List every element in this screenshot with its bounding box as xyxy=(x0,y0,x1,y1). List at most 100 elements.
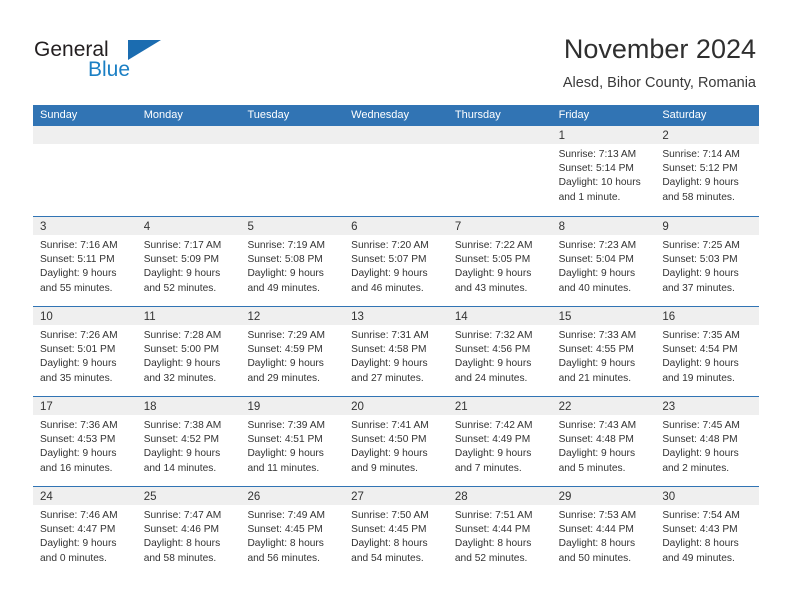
day-detail-line: Sunrise: 7:28 AM xyxy=(143,330,222,341)
day-cell-8[interactable]: 8 Sunrise: 7:23 AM Sunset: 5:04 PM Daylight… xyxy=(551,217,656,306)
day-details: Sunrise: 7:25 AM Sunset: 5:03 PM Daylight:… xyxy=(655,235,759,296)
calendar-week-row: 24 Sunrise: 7:46 AM Sunset: 4:47 PM Dayligh… xyxy=(33,486,760,576)
day-detail-line: Sunset: 4:56 PM xyxy=(454,344,531,356)
day-detail-line: Sunrise: 7:42 AM xyxy=(454,420,533,431)
day-details: Sunrise: 7:19 AM Sunset: 5:08 PM Daylight:… xyxy=(240,235,344,296)
day-detail-line: Sunrise: 7:14 AM xyxy=(662,149,740,160)
day-cell-15[interactable]: 15 Sunrise: 7:33 AM Sunset: 4:55 PM Dayligh… xyxy=(551,307,656,396)
day-cell-10[interactable]: 10 Sunrise: 7:26 AM Sunset: 5:01 PM Dayligh… xyxy=(33,307,137,396)
day-details: Sunrise: 7:14 AM Sunset: 5:12 PM Daylight:… xyxy=(655,144,759,205)
day-number: 30 xyxy=(662,491,676,503)
day-cell-16[interactable]: 16 Sunrise: 7:35 AM Sunset: 4:54 PM Dayligh… xyxy=(655,307,760,396)
day-detail-line: Daylight: 9 hours xyxy=(351,448,428,460)
day-cell-6[interactable]: 6 Sunrise: 7:20 AM Sunset: 5:07 PM Daylight… xyxy=(344,217,448,306)
day-details xyxy=(344,144,448,148)
day-cell-30[interactable]: 30 Sunrise: 7:54 AM Sunset: 4:43 PM Dayligh… xyxy=(655,487,760,576)
day-details: Sunrise: 7:32 AM Sunset: 4:56 PM Daylight:… xyxy=(448,325,552,386)
day-details xyxy=(240,144,344,148)
day-detail-line: Sunset: 4:54 PM xyxy=(662,344,738,356)
day-detail-line: and 16 minutes. xyxy=(40,462,113,474)
day-detail-line: Daylight: 10 hours xyxy=(558,177,641,189)
day-cell-20[interactable]: 20 Sunrise: 7:41 AM Sunset: 4:50 PM Dayligh… xyxy=(344,397,448,486)
day-number: 23 xyxy=(662,401,676,413)
day-cell-12[interactable]: 12 Sunrise: 7:29 AM Sunset: 4:59 PM Dayligh… xyxy=(240,307,345,396)
day-cell-17[interactable]: 17 Sunrise: 7:36 AM Sunset: 4:53 PM Dayligh… xyxy=(33,397,137,486)
day-cell-24[interactable]: 24 Sunrise: 7:46 AM Sunset: 4:47 PM Dayligh… xyxy=(33,487,137,576)
day-detail-line: Daylight: 8 hours xyxy=(143,538,221,550)
calendar-grid: Sunday Monday Tuesday Wednesday Thursday Frid… xyxy=(33,105,760,576)
logo-triangle-icon xyxy=(128,40,161,60)
day-number-band: 19 xyxy=(240,397,345,415)
day-detail-line: Daylight: 9 hours xyxy=(351,268,428,280)
day-cell-21[interactable]: 21 Sunrise: 7:42 AM Sunset: 4:49 PM Dayligh… xyxy=(447,397,552,486)
day-cell-11[interactable]: 11 Sunrise: 7:28 AM Sunset: 5:00 PM Dayligh… xyxy=(136,307,241,396)
weekday-header-saturday: Saturday xyxy=(662,109,707,121)
day-cell-26[interactable]: 26 Sunrise: 7:49 AM Sunset: 4:45 PM Dayligh… xyxy=(240,487,345,576)
day-detail-line: and 0 minutes. xyxy=(40,552,107,564)
day-cell-23[interactable]: 23 Sunrise: 7:45 AM Sunset: 4:48 PM Dayligh… xyxy=(655,397,760,486)
day-detail-line: Sunset: 5:09 PM xyxy=(143,254,220,266)
day-cell-18[interactable]: 18 Sunrise: 7:38 AM Sunset: 4:52 PM Dayligh… xyxy=(136,397,241,486)
day-detail-line: Sunset: 5:04 PM xyxy=(558,254,634,266)
day-detail-line: and 19 minutes. xyxy=(662,372,735,384)
day-number-band: 9 xyxy=(655,217,760,235)
day-cell-27[interactable]: 27 Sunrise: 7:50 AM Sunset: 4:45 PM Dayligh… xyxy=(344,487,448,576)
day-number-band: 30 xyxy=(655,487,760,505)
day-detail-line: Sunrise: 7:41 AM xyxy=(351,420,429,431)
day-cell-14[interactable]: 14 Sunrise: 7:32 AM Sunset: 4:56 PM Dayligh… xyxy=(447,307,552,396)
day-detail-line: Sunrise: 7:20 AM xyxy=(351,240,429,251)
day-detail-line: Sunrise: 7:25 AM xyxy=(662,240,740,251)
day-cell-3[interactable]: 3 Sunrise: 7:16 AM Sunset: 5:11 PM Daylight… xyxy=(33,217,137,306)
day-detail-line: Sunset: 4:55 PM xyxy=(558,344,634,356)
day-detail-line: Daylight: 9 hours xyxy=(40,268,117,280)
day-number: 25 xyxy=(143,491,157,503)
day-details: Sunrise: 7:28 AM Sunset: 5:00 PM Daylight:… xyxy=(137,325,241,386)
day-detail-line: and 40 minutes. xyxy=(558,282,632,294)
day-detail-line: Daylight: 9 hours xyxy=(454,268,532,280)
day-cell-19[interactable]: 19 Sunrise: 7:39 AM Sunset: 4:51 PM Dayligh… xyxy=(240,397,345,486)
day-cell-29[interactable]: 29 Sunrise: 7:53 AM Sunset: 4:44 PM Dayligh… xyxy=(551,487,656,576)
day-detail-line: Sunrise: 7:38 AM xyxy=(143,420,222,431)
day-cell-4[interactable]: 4 Sunrise: 7:17 AM Sunset: 5:09 PM Daylight… xyxy=(136,217,241,306)
day-number: 22 xyxy=(558,401,572,413)
day-detail-line: and 58 minutes. xyxy=(143,552,217,564)
day-details: Sunrise: 7:20 AM Sunset: 5:07 PM Daylight:… xyxy=(344,235,448,296)
day-detail-line: Daylight: 9 hours xyxy=(247,448,324,460)
day-details: Sunrise: 7:17 AM Sunset: 5:09 PM Daylight:… xyxy=(137,235,241,296)
day-number-band: 4 xyxy=(136,217,241,235)
day-number-band xyxy=(136,126,241,144)
day-cell-1[interactable]: 1 Sunrise: 7:13 AM Sunset: 5:14 PM Daylight… xyxy=(551,126,656,216)
day-details: Sunrise: 7:16 AM Sunset: 5:11 PM Daylight:… xyxy=(33,235,137,296)
day-cell-25[interactable]: 25 Sunrise: 7:47 AM Sunset: 4:46 PM Dayligh… xyxy=(136,487,241,576)
day-detail-line: Daylight: 9 hours xyxy=(351,358,428,370)
day-cell-empty xyxy=(240,126,345,216)
day-detail-line: and 9 minutes. xyxy=(351,462,418,474)
day-number-band: 20 xyxy=(344,397,448,415)
day-detail-line: Sunrise: 7:39 AM xyxy=(247,420,326,431)
day-number-band: 10 xyxy=(33,307,137,325)
day-cell-22[interactable]: 22 Sunrise: 7:43 AM Sunset: 4:48 PM Dayligh… xyxy=(551,397,656,486)
day-detail-line: and 35 minutes. xyxy=(40,372,113,384)
day-detail-line: Daylight: 9 hours xyxy=(143,358,221,370)
day-detail-line: Sunset: 5:03 PM xyxy=(662,254,738,266)
day-detail-line: Sunrise: 7:23 AM xyxy=(558,240,637,251)
day-details xyxy=(137,144,241,148)
day-cell-2[interactable]: 2 Sunrise: 7:14 AM Sunset: 5:12 PM Daylight… xyxy=(655,126,760,216)
day-cell-5[interactable]: 5 Sunrise: 7:19 AM Sunset: 5:08 PM Daylight… xyxy=(240,217,345,306)
day-cell-13[interactable]: 13 Sunrise: 7:31 AM Sunset: 4:58 PM Dayligh… xyxy=(344,307,448,396)
day-cell-9[interactable]: 9 Sunrise: 7:25 AM Sunset: 5:03 PM Daylight… xyxy=(655,217,760,306)
day-detail-line: and 7 minutes. xyxy=(454,462,522,474)
page-header: General Blue November 2024 Alesd, Bihor … xyxy=(0,0,792,104)
day-cell-7[interactable]: 7 Sunrise: 7:22 AM Sunset: 5:05 PM Daylight… xyxy=(447,217,552,306)
calendar-page: General Blue November 2024 Alesd, Bihor … xyxy=(0,0,792,612)
day-detail-line: Daylight: 9 hours xyxy=(40,538,117,550)
day-detail-line: and 5 minutes. xyxy=(558,462,626,474)
day-number-band: 24 xyxy=(33,487,137,505)
day-cell-28[interactable]: 28 Sunrise: 7:51 AM Sunset: 4:44 PM Dayligh… xyxy=(447,487,552,576)
day-number-band: 26 xyxy=(240,487,345,505)
day-number: 21 xyxy=(454,401,468,413)
day-details: Sunrise: 7:13 AM Sunset: 5:14 PM Daylight:… xyxy=(552,144,656,205)
day-details: Sunrise: 7:41 AM Sunset: 4:50 PM Daylight:… xyxy=(344,415,448,476)
day-detail-line: Sunset: 5:00 PM xyxy=(143,344,220,356)
day-details: Sunrise: 7:36 AM Sunset: 4:53 PM Daylight:… xyxy=(33,415,137,476)
